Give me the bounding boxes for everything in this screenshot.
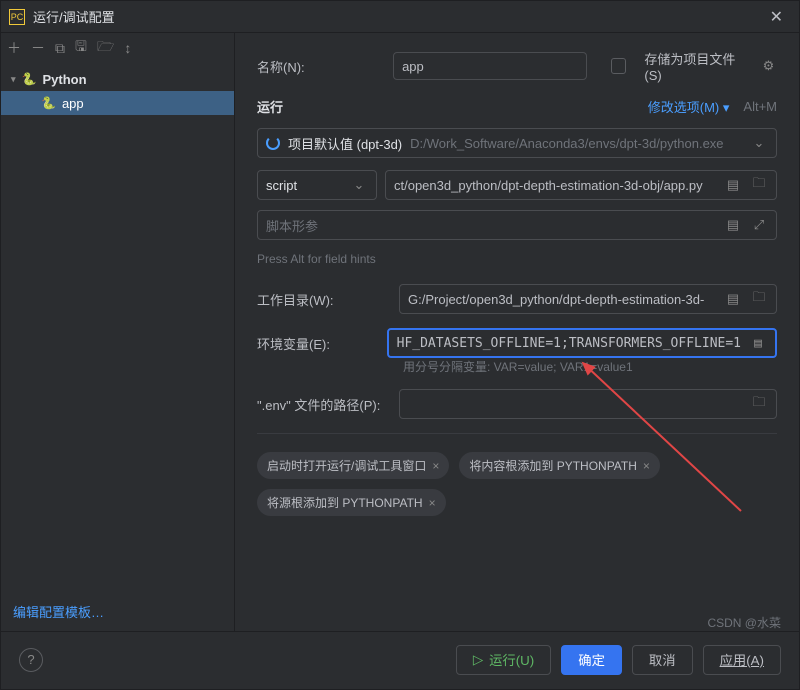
- pycharm-icon: PC: [9, 9, 25, 25]
- store-as-file-label: 存储为项目文件(S): [644, 49, 747, 83]
- alt-hint: Press Alt for field hints: [257, 252, 777, 266]
- interpreter-label: 项目默认值 (dpt-3d): [288, 134, 402, 153]
- name-input[interactable]: [393, 52, 587, 80]
- tree-node-app[interactable]: 🐍 app: [1, 91, 234, 115]
- params-placeholder: 脚本形参: [266, 216, 716, 235]
- list-icon[interactable]: ▤: [724, 291, 742, 307]
- script-path-input[interactable]: ct/open3d_python/dpt-depth-estimation-3d…: [394, 178, 716, 193]
- chip-remove-icon[interactable]: ×: [643, 459, 650, 473]
- main-split: ＋ － ⧉ 🖫 🗁 ↕ ▾ 🐍 Python 🐍 app 编辑配置模板… 名称(…: [1, 33, 799, 631]
- add-icon[interactable]: ＋: [7, 38, 21, 58]
- script-type-label: script: [266, 178, 342, 193]
- folder-icon[interactable]: 🗁: [97, 36, 114, 60]
- workdir-input[interactable]: G:/Project/open3d_python/dpt-depth-estim…: [408, 292, 716, 307]
- remove-icon[interactable]: －: [31, 38, 45, 58]
- apply-button[interactable]: 应用(A): [703, 645, 781, 675]
- separator: [257, 433, 777, 434]
- workdir-label: 工作目录(W):: [257, 290, 387, 309]
- dialog-footer: ? ▷ 运行(U) 确定 取消 应用(A): [1, 631, 799, 687]
- right-panel: 名称(N): 存储为项目文件(S) ⚙ 运行 修改选项(M) ▾ Alt+M 项…: [235, 33, 799, 631]
- folder-icon[interactable]: 🗀: [750, 288, 768, 310]
- script-params-input[interactable]: 脚本形参 ▤ ⤢: [257, 210, 777, 240]
- play-icon: ▷: [473, 652, 483, 668]
- save-icon[interactable]: 🖫: [75, 36, 87, 60]
- sort-icon[interactable]: ↕: [124, 40, 131, 56]
- python-icon: 🐍: [41, 96, 56, 110]
- left-panel: ＋ － ⧉ 🖫 🗁 ↕ ▾ 🐍 Python 🐍 app 编辑配置模板…: [1, 33, 235, 631]
- run-button[interactable]: ▷ 运行(U): [456, 645, 551, 675]
- tree-parent-label: Python: [42, 72, 86, 87]
- edit-templates-link[interactable]: 编辑配置模板…: [1, 592, 234, 631]
- titlebar: PC 运行/调试配置 ✕: [1, 1, 799, 33]
- folder-icon[interactable]: 🗀: [750, 174, 768, 196]
- chip-content-root-pythonpath[interactable]: 将内容根添加到 PYTHONPATH ×: [459, 452, 660, 479]
- modify-shortcut: Alt+M: [743, 99, 777, 114]
- python-icon: 🐍: [22, 72, 37, 86]
- chevron-down-icon: ▾: [11, 74, 16, 85]
- options-chips: 启动时打开运行/调试工具窗口 × 将内容根添加到 PYTHONPATH × 将源…: [257, 452, 777, 516]
- folder-icon[interactable]: 🗀: [750, 393, 768, 415]
- env-input[interactable]: HF_DATASETS_OFFLINE=1;TRANSFORMERS_OFFLI…: [397, 336, 741, 351]
- env-hint: 用分号分隔变量: VAR=value; VAR1=value1: [403, 358, 777, 375]
- env-label: 环境变量(E):: [257, 334, 375, 353]
- modify-options-link[interactable]: 修改选项(M) ▾: [648, 97, 730, 116]
- list-icon[interactable]: ▤: [724, 217, 742, 233]
- tree-node-python[interactable]: ▾ 🐍 Python: [1, 67, 234, 91]
- cancel-button[interactable]: 取消: [632, 645, 693, 675]
- config-tree: ▾ 🐍 Python 🐍 app: [1, 63, 234, 592]
- interpreter-path: D:/Work_Software/Anaconda3/envs/dpt-3d/p…: [410, 136, 742, 151]
- tree-toolbar: ＋ － ⧉ 🖫 🗁 ↕: [1, 33, 234, 63]
- chip-remove-icon[interactable]: ×: [429, 496, 436, 510]
- loading-spinner-icon: [266, 136, 280, 150]
- envfile-label: ".env" 文件的路径(P):: [257, 395, 387, 414]
- chevron-down-icon[interactable]: ⌄: [350, 177, 368, 193]
- store-as-file-checkbox[interactable]: [611, 58, 626, 74]
- close-icon[interactable]: ✕: [762, 3, 791, 31]
- gear-icon[interactable]: ⚙: [760, 58, 777, 74]
- list-icon[interactable]: ▤: [749, 336, 767, 351]
- help-button[interactable]: ?: [19, 648, 43, 672]
- watermark: CSDN @水菜: [707, 614, 781, 631]
- tree-child-label: app: [62, 96, 84, 111]
- chip-open-tool-window[interactable]: 启动时打开运行/调试工具窗口 ×: [257, 452, 449, 479]
- window-title: 运行/调试配置: [33, 7, 762, 26]
- run-section-title: 运行: [257, 97, 648, 116]
- expand-icon[interactable]: ⤢: [750, 217, 768, 233]
- copy-icon[interactable]: ⧉: [55, 40, 65, 57]
- chevron-down-icon: ⌄: [750, 135, 768, 151]
- chip-remove-icon[interactable]: ×: [432, 459, 439, 473]
- ok-button[interactable]: 确定: [561, 645, 622, 675]
- name-label: 名称(N):: [257, 57, 381, 76]
- chip-source-root-pythonpath[interactable]: 将源根添加到 PYTHONPATH ×: [257, 489, 446, 516]
- interpreter-select[interactable]: 项目默认值 (dpt-3d) D:/Work_Software/Anaconda…: [257, 128, 777, 158]
- list-icon[interactable]: ▤: [724, 177, 742, 193]
